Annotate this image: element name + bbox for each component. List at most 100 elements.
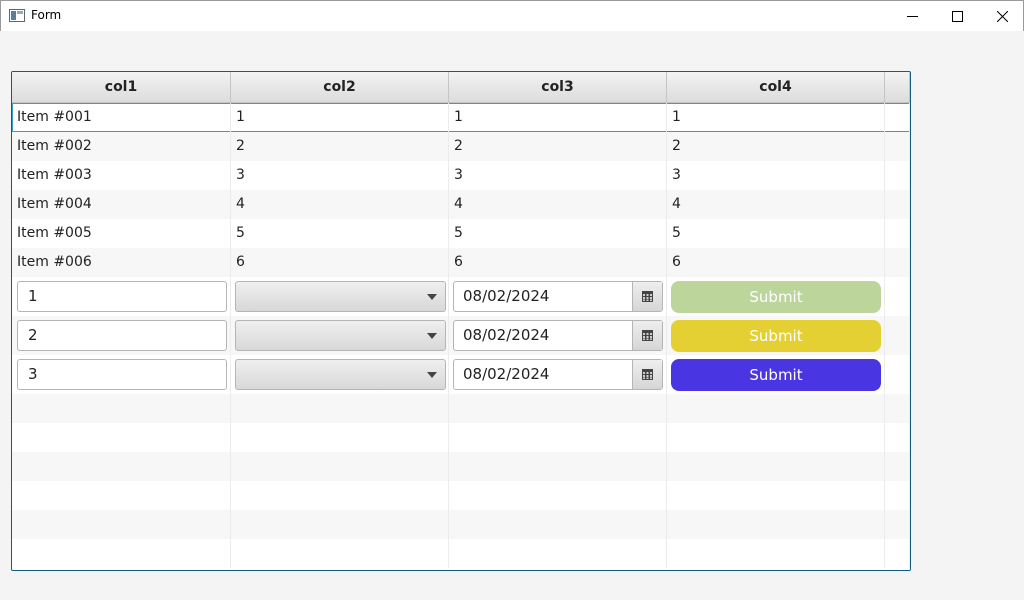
table-cell: 4 (231, 190, 449, 219)
table-row-form: 2 08/02/2024 Submit (12, 316, 910, 355)
text-field[interactable]: 2 (17, 320, 227, 351)
column-header-col4[interactable]: col4 (667, 72, 885, 102)
table-cell (231, 316, 449, 355)
table-cell (12, 423, 231, 452)
table-row[interactable]: Item #002 2 2 2 (12, 132, 910, 161)
table-cell-filler (885, 248, 910, 277)
column-header-filler (885, 72, 910, 102)
table-cell-filler (885, 277, 910, 316)
calendar-button[interactable] (632, 360, 662, 389)
chevron-down-icon (427, 333, 437, 339)
table-cell (12, 394, 231, 423)
minimize-icon (907, 16, 918, 17)
minimize-button[interactable] (889, 1, 935, 32)
table-row[interactable]: Item #006 6 6 6 (12, 248, 910, 277)
date-value: 08/02/2024 (463, 365, 550, 383)
table-row-form: 3 08/02/2024 Submit (12, 355, 910, 394)
table-cell: 08/02/2024 (449, 316, 667, 355)
date-picker[interactable]: 08/02/2024 (453, 320, 663, 351)
submit-button[interactable]: Submit (671, 320, 881, 352)
maximize-button[interactable] (934, 1, 980, 32)
empty-row (12, 452, 910, 481)
table-cell: 4 (667, 190, 885, 219)
table-cell (667, 452, 885, 481)
table-cell: 5 (231, 219, 449, 248)
table-cell: 1 (449, 103, 667, 132)
table-cell: 3 (231, 161, 449, 190)
table-cell: 5 (667, 219, 885, 248)
combo-box[interactable] (235, 320, 446, 351)
table-cell (667, 423, 885, 452)
table-cell-filler (885, 394, 910, 423)
table-cell: 4 (449, 190, 667, 219)
table-cell (12, 481, 231, 510)
chevron-down-icon (427, 372, 437, 378)
table-row[interactable]: Item #001 1 1 1 (12, 103, 910, 132)
data-table[interactable]: col1 col2 col3 col4 Item #001 1 1 1 Item… (11, 71, 911, 571)
calendar-button[interactable] (632, 321, 662, 350)
table-cell: 1 (12, 277, 231, 316)
empty-row (12, 481, 910, 510)
table-cell-filler (885, 355, 910, 394)
submit-button[interactable]: Submit (671, 281, 881, 313)
table-cell (12, 510, 231, 539)
empty-row (12, 423, 910, 452)
table-row[interactable]: Item #004 4 4 4 (12, 190, 910, 219)
table-cell (667, 539, 885, 568)
table-cell: Submit (667, 277, 885, 316)
table-cell: Item #001 (12, 103, 231, 132)
table-row[interactable]: Item #003 3 3 3 (12, 161, 910, 190)
table-cell-filler (885, 481, 910, 510)
table-cell: 2 (667, 132, 885, 161)
calendar-icon (642, 369, 653, 380)
table-cell (12, 452, 231, 481)
table-cell: 3 (12, 355, 231, 394)
table-cell (449, 481, 667, 510)
table-cell: Item #002 (12, 132, 231, 161)
title-bar: Form (0, 0, 1024, 31)
column-header-col2[interactable]: col2 (231, 72, 449, 102)
empty-row (12, 539, 910, 568)
table-cell-filler (885, 510, 910, 539)
table-cell: 08/02/2024 (449, 277, 667, 316)
table-cell: 1 (231, 103, 449, 132)
table-cell (12, 539, 231, 568)
empty-row (12, 510, 910, 539)
maximize-icon (952, 11, 963, 22)
column-header-col1[interactable]: col1 (12, 72, 231, 102)
table-cell (231, 423, 449, 452)
combo-box[interactable] (235, 359, 446, 390)
table-cell: 2 (231, 132, 449, 161)
table-cell (231, 394, 449, 423)
table-cell: Item #005 (12, 219, 231, 248)
table-cell (231, 539, 449, 568)
calendar-icon (642, 330, 653, 341)
table-cell (231, 481, 449, 510)
table-cell: 2 (12, 316, 231, 355)
table-row[interactable]: Item #005 5 5 5 (12, 219, 910, 248)
table-cell-filler (885, 161, 910, 190)
table-cell (449, 510, 667, 539)
date-picker[interactable]: 08/02/2024 (453, 281, 663, 312)
table-cell (231, 452, 449, 481)
table-cell-filler (885, 103, 910, 132)
table-cell-filler (885, 132, 910, 161)
submit-button[interactable]: Submit (671, 359, 881, 391)
text-field[interactable]: 3 (17, 359, 227, 390)
calendar-button[interactable] (632, 282, 662, 311)
table-cell: Item #004 (12, 190, 231, 219)
text-field[interactable]: 1 (17, 281, 227, 312)
table-cell (667, 481, 885, 510)
calendar-icon (642, 291, 653, 302)
app-icon (9, 9, 25, 22)
table-cell: 3 (667, 161, 885, 190)
table-cell (667, 510, 885, 539)
chevron-down-icon (427, 294, 437, 300)
combo-box[interactable] (235, 281, 446, 312)
table-cell: 3 (449, 161, 667, 190)
table-cell: 08/02/2024 (449, 355, 667, 394)
table-header: col1 col2 col3 col4 (12, 72, 910, 103)
column-header-col3[interactable]: col3 (449, 72, 667, 102)
date-picker[interactable]: 08/02/2024 (453, 359, 663, 390)
close-button[interactable] (979, 1, 1024, 32)
